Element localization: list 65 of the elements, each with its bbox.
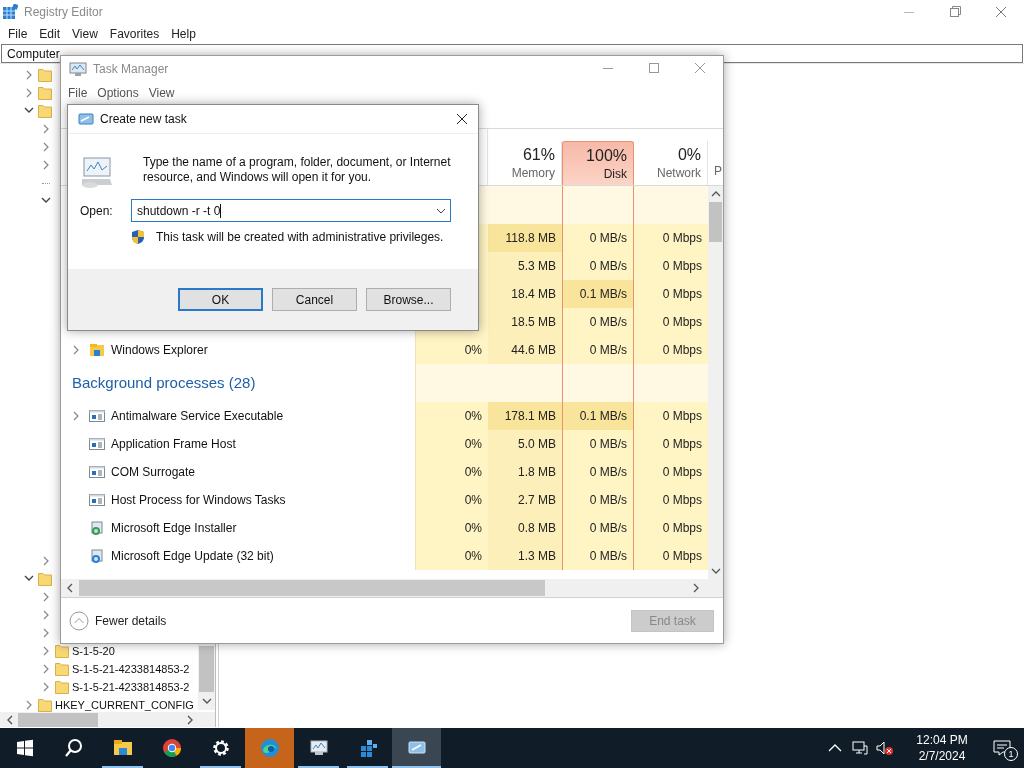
table-cell: 0 MB/s [562,224,634,252]
notification-count: 1 [1004,747,1018,761]
column-label: Disk [603,165,627,182]
table-cell: 0 MB/s [562,336,634,364]
table-cell: 0 Mbps [634,542,708,570]
table-cell: 0% [415,402,488,430]
column-label: Network [657,165,701,181]
table-cell: 0% [415,486,488,514]
table-cell: 0 MB/s [562,308,634,336]
instruction-text: Type the name of a program, folder, document, or Internet resource, and Windows will open it for you. [143,155,452,186]
table-cell: 0 MB/s [562,486,634,514]
column-label: P [714,163,722,180]
table-cell: 0 Mbps [634,486,708,514]
process-name: Host Process for Windows Tasks [111,492,286,509]
dialog-title: Create new task [100,111,187,128]
table-cell: 0 Mbps [634,402,708,430]
table-cell: 0 MB/s [562,458,634,486]
table-cell: 0 Mbps [634,224,708,252]
table-cell: 0% [415,430,488,458]
table-cell: 0% [415,514,488,542]
table-cell: 118.8 MB [488,224,562,252]
table-cell: 1.8 MB [488,458,562,486]
table-cell: 0 Mbps [634,308,708,336]
date-text: 2/7/2024 [918,748,966,764]
window-title: Task Manager [93,60,169,78]
time-text: 12:04 PM [916,732,968,748]
table-cell: 0 Mbps [634,336,708,364]
window-title: Registry Editor [24,4,103,21]
table-cell: 0.8 MB [488,514,562,542]
table-cell: 5.0 MB [488,430,562,458]
process-name: Application Frame Host [111,436,236,453]
process-name: Microsoft Edge Installer [111,520,237,537]
group-heading: Background processes (28) [72,372,256,393]
table-cell: 0 Mbps [634,430,708,458]
table-cell: 0 Mbps [634,514,708,542]
table-cell: 0 MB/s [562,252,634,280]
table-cell: 1.3 MB [488,542,562,570]
table-cell: 0 Mbps [634,252,708,280]
table-cell: 0.1 MB/s [562,402,634,430]
column-percent: 0% [677,145,701,165]
field-value: shutdown -r -t 0 [137,202,221,220]
table-cell: 0% [415,458,488,486]
table-cell: 0 MB/s [562,542,634,570]
table-cell: 0 MB/s [562,514,634,542]
process-name: Antimalware Service Executable [111,408,284,425]
table-cell: 44.6 MB [488,336,562,364]
table-cell: 5.3 MB [488,252,562,280]
table-cell: 0 Mbps [634,458,708,486]
table-cell: 0.1 MB/s [562,280,634,308]
table-cell: 18.5 MB [488,308,562,336]
column-label: Memory [511,165,555,181]
table-cell: 2.7 MB [488,486,562,514]
table-cell: 0 Mbps [634,280,708,308]
admin-note: This task will be created with administrative privileges. [156,229,444,246]
table-cell: 0% [415,336,488,364]
table-cell: 18.4 MB [488,280,562,308]
column-percent: 100% [586,145,627,166]
table-cell: 0 MB/s [562,430,634,458]
column-percent: 61% [522,145,555,165]
process-name: Microsoft Edge Update (32 bit) [111,548,274,565]
field-label: Open: [80,202,114,220]
process-name: Windows Explorer [111,342,208,359]
process-name: COM Surrogate [111,464,196,481]
table-cell: 178.1 MB [488,402,562,430]
table-cell: 0% [415,542,488,570]
